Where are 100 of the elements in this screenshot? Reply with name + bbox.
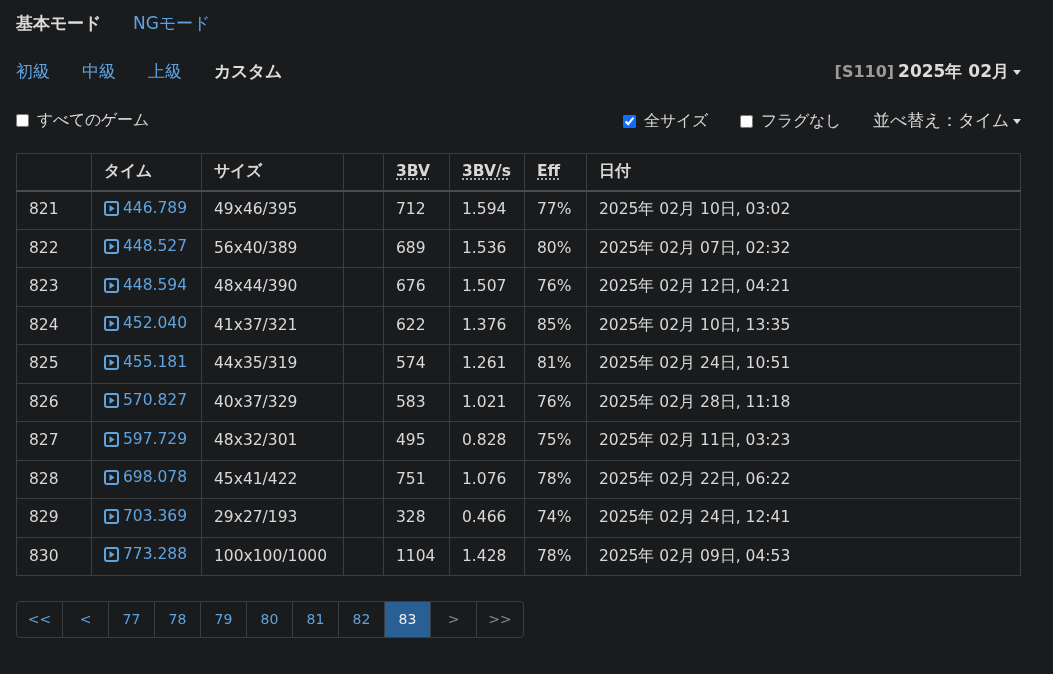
play-icon bbox=[104, 316, 119, 332]
table-cell: 78% bbox=[524, 460, 587, 499]
table-cell: 1.594 bbox=[449, 190, 525, 229]
table-cell: 328 bbox=[383, 498, 450, 537]
checkbox[interactable] bbox=[623, 114, 636, 128]
page-button[interactable]: 79 bbox=[201, 602, 247, 637]
table-cell: 2025年 02月 22日, 06:22 bbox=[586, 460, 1021, 499]
table-cell: 76% bbox=[524, 383, 587, 422]
table-cell: 829 bbox=[16, 498, 92, 537]
column-header: 3BV bbox=[383, 153, 450, 191]
table-cell: 1.076 bbox=[449, 460, 525, 499]
play-icon bbox=[104, 470, 119, 486]
month-dropdown[interactable]: 2025年 02月 bbox=[898, 59, 1021, 85]
table-cell: 1.536 bbox=[449, 229, 525, 268]
table-cell: 830 bbox=[16, 537, 92, 576]
play-icon bbox=[104, 393, 119, 409]
table-cell: 824 bbox=[16, 306, 92, 345]
table-cell: 2025年 02月 11日, 03:23 bbox=[586, 421, 1021, 460]
table-cell: 1.376 bbox=[449, 306, 525, 345]
table-cell: 29x27/193 bbox=[201, 498, 344, 537]
play-icon bbox=[104, 277, 119, 293]
play-icon bbox=[104, 508, 119, 524]
page-button[interactable]: 77 bbox=[109, 602, 155, 637]
table-cell: 689 bbox=[383, 229, 450, 268]
checkbox-option[interactable]: 全サイズ bbox=[623, 109, 708, 133]
page-button[interactable]: 81 bbox=[293, 602, 339, 637]
level-tab[interactable]: 中級 bbox=[82, 59, 116, 85]
table-cell: 822 bbox=[16, 229, 92, 268]
checkbox[interactable] bbox=[16, 113, 29, 127]
table-cell: 2025年 02月 24日, 10:51 bbox=[586, 344, 1021, 383]
replay-link[interactable]: 446.789 bbox=[104, 196, 188, 221]
page-button[interactable]: << bbox=[17, 602, 63, 637]
table-cell: 574 bbox=[383, 344, 450, 383]
page-button[interactable]: 80 bbox=[247, 602, 293, 637]
season-label: [S110] bbox=[834, 61, 895, 83]
table-cell: 583 bbox=[383, 383, 450, 422]
column-header: サイズ bbox=[201, 153, 344, 191]
table-cell: 2025年 02月 10日, 03:02 bbox=[586, 190, 1021, 229]
column-header: 3BV/s bbox=[449, 153, 525, 191]
table-cell: 100x100/1000 bbox=[201, 537, 344, 576]
level-tab[interactable]: 上級 bbox=[148, 59, 182, 85]
table-cell: 2025年 02月 28日, 11:18 bbox=[586, 383, 1021, 422]
replay-link[interactable]: 597.729 bbox=[104, 427, 188, 451]
table-cell: 77% bbox=[524, 190, 587, 229]
table-cell: 825 bbox=[16, 344, 92, 383]
table-cell: 676 bbox=[383, 267, 450, 306]
table-cell: 1.428 bbox=[449, 537, 525, 576]
table-cell: 48x32/301 bbox=[201, 421, 344, 460]
caret-icon bbox=[1013, 118, 1021, 124]
page-button[interactable]: < bbox=[63, 602, 109, 637]
table-cell: 0.828 bbox=[449, 421, 525, 460]
table-cell: 81% bbox=[524, 344, 587, 383]
level-tab[interactable]: 初級 bbox=[16, 59, 50, 85]
replay-link[interactable]: 570.827 bbox=[104, 389, 188, 413]
checkbox-option[interactable]: すべてのゲーム bbox=[16, 108, 149, 133]
table-cell: 826 bbox=[16, 383, 92, 422]
table-cell: 44x35/319 bbox=[201, 344, 344, 383]
play-icon bbox=[104, 547, 119, 563]
table-cell: 40x37/329 bbox=[201, 383, 344, 422]
table-cell: 76% bbox=[524, 267, 587, 306]
replay-link[interactable]: 452.040 bbox=[104, 312, 188, 336]
table-cell: 2025年 02月 10日, 13:35 bbox=[586, 306, 1021, 345]
replay-link[interactable]: 448.527 bbox=[104, 235, 188, 259]
table-cell: 78% bbox=[524, 537, 587, 576]
mode-tab[interactable]: NGモード bbox=[133, 11, 210, 37]
replay-link[interactable]: 703.369 bbox=[104, 504, 188, 528]
table-cell: 495 bbox=[383, 421, 450, 460]
checkbox-option[interactable]: フラグなし bbox=[740, 109, 841, 133]
table-cell: 85% bbox=[524, 306, 587, 345]
play-icon bbox=[104, 239, 119, 255]
replay-link[interactable]: 773.288 bbox=[104, 543, 188, 567]
play-icon bbox=[104, 354, 119, 370]
table-cell: 2025年 02月 24日, 12:41 bbox=[586, 498, 1021, 537]
replay-link[interactable]: 455.181 bbox=[104, 350, 188, 374]
table-cell: 74% bbox=[524, 498, 587, 537]
table-cell: 828 bbox=[16, 460, 92, 499]
sort-dropdown[interactable]: 並べ替え：タイム bbox=[873, 108, 1021, 134]
replay-link[interactable]: 448.594 bbox=[104, 273, 188, 297]
caret-icon bbox=[1013, 69, 1021, 75]
play-icon bbox=[104, 431, 119, 447]
page-button[interactable]: 78 bbox=[155, 602, 201, 637]
replay-link[interactable]: 698.078 bbox=[104, 466, 188, 490]
column-header: Eff bbox=[524, 153, 587, 191]
table-cell: 1.021 bbox=[449, 383, 525, 422]
table-cell: 49x46/395 bbox=[201, 190, 344, 229]
table-cell: 1.507 bbox=[449, 267, 525, 306]
table-cell: 1104 bbox=[383, 537, 450, 576]
column-header: 日付 bbox=[586, 153, 1021, 191]
page-button[interactable]: 83 bbox=[385, 602, 431, 637]
table-cell: 0.466 bbox=[449, 498, 525, 537]
table-cell: 56x40/389 bbox=[201, 229, 344, 268]
mode-tab[interactable]: 基本モード bbox=[16, 11, 101, 37]
checkbox[interactable] bbox=[740, 114, 753, 128]
table-cell: 41x37/321 bbox=[201, 306, 344, 345]
play-icon bbox=[104, 200, 119, 216]
table-cell: 45x41/422 bbox=[201, 460, 344, 499]
level-tab[interactable]: カスタム bbox=[214, 59, 282, 85]
table-cell: 622 bbox=[383, 306, 450, 345]
table-cell: 75% bbox=[524, 421, 587, 460]
table-cell: 2025年 02月 12日, 04:21 bbox=[586, 267, 1021, 306]
